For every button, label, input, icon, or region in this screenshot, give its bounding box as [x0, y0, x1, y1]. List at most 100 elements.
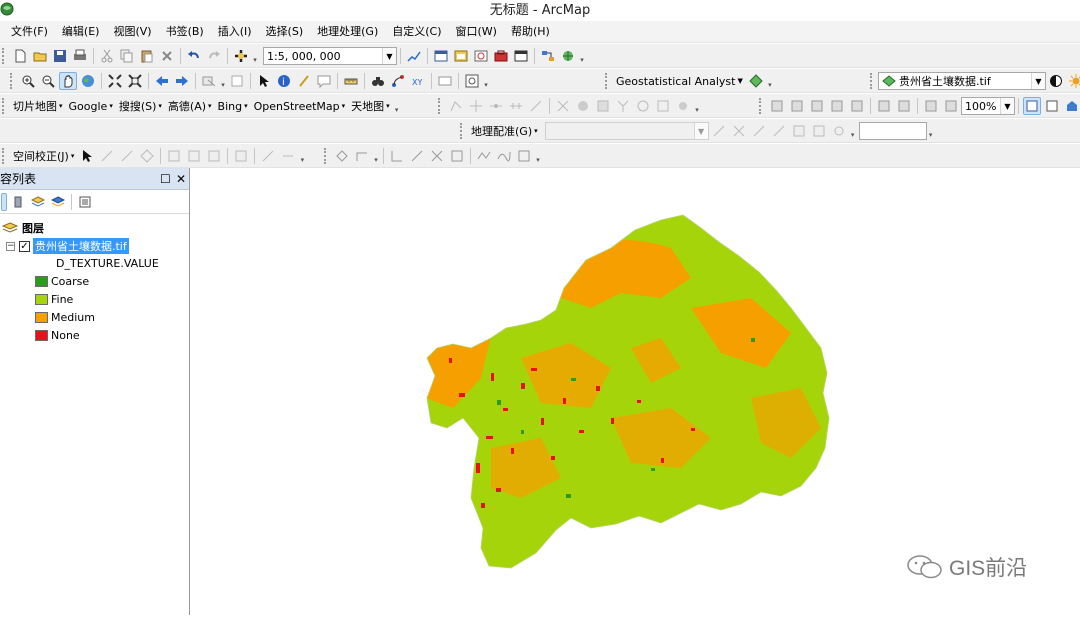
attributes-icon[interactable]	[594, 97, 612, 115]
go-to-xy-icon[interactable]: XY	[409, 72, 427, 90]
toolbar-grip[interactable]	[2, 98, 6, 114]
attribute-transfer-icon[interactable]	[279, 147, 297, 165]
viewer-icon[interactable]	[810, 122, 828, 140]
legend-item-fine[interactable]: Fine	[35, 293, 73, 306]
collapse-toggle[interactable]: −	[6, 241, 15, 251]
spatial-adjustment-menu[interactable]: 空间校正(J) ▾	[13, 148, 74, 164]
menu-file[interactable]: 文件(F)	[4, 21, 55, 43]
explode-icon[interactable]	[448, 147, 466, 165]
gaode-menu[interactable]: 高德(A) ▾	[168, 98, 212, 114]
soil-texture-raster-map[interactable]	[191, 168, 1080, 615]
openstreetmap-menu[interactable]: OpenStreetMap ▾	[254, 100, 346, 113]
fixed-zoom-out-icon[interactable]	[126, 72, 144, 90]
legend-swatch-fine[interactable]	[35, 294, 48, 305]
generalize-icon[interactable]	[475, 147, 493, 165]
page-icon[interactable]	[922, 97, 940, 115]
close-icon[interactable]: ✕	[176, 168, 186, 190]
table-of-contents-icon[interactable]	[432, 47, 450, 65]
model-builder-icon[interactable]	[539, 47, 557, 65]
toolbar-grip[interactable]	[324, 148, 328, 164]
menu-edit[interactable]: 编辑(E)	[55, 21, 107, 43]
toolbar-grip[interactable]	[2, 148, 6, 164]
layer-combo[interactable]: 贵州省土壤数据.tif ▼	[878, 72, 1046, 90]
extend-icon[interactable]	[388, 147, 406, 165]
open-folder-icon[interactable]	[31, 47, 49, 65]
identify-icon[interactable]: i	[275, 72, 293, 90]
editor-toolbar-icon[interactable]	[405, 47, 423, 65]
rotate-refresh-icon[interactable]	[830, 122, 848, 140]
soso-menu[interactable]: 搜搜(S) ▾	[119, 98, 162, 114]
edge-match-icon[interactable]	[259, 147, 277, 165]
add-data-icon[interactable]	[232, 47, 250, 65]
multiple-links-icon[interactable]	[138, 147, 156, 165]
arcgis-online-icon[interactable]	[559, 47, 577, 65]
save-icon[interactable]	[51, 47, 69, 65]
split-icon[interactable]	[487, 97, 505, 115]
forward-arrow-icon[interactable]	[173, 72, 191, 90]
chevron-down-icon[interactable]: ▼	[1000, 98, 1014, 114]
clip-icon[interactable]	[654, 97, 672, 115]
map-display[interactable]	[191, 168, 1080, 615]
python-window-icon[interactable]	[512, 47, 530, 65]
print-icon[interactable]	[71, 47, 89, 65]
toolbar-overflow[interactable]: ▾	[298, 148, 306, 164]
rotate-raster-icon[interactable]	[710, 122, 728, 140]
zoom-out-icon[interactable]	[39, 72, 57, 90]
sketch-icon[interactable]	[574, 97, 592, 115]
menu-customize[interactable]: 自定义(C)	[385, 21, 448, 43]
legend-swatch-none[interactable]	[35, 330, 48, 341]
tile-map-menu[interactable]: 切片地图 ▾	[13, 98, 63, 114]
merge-icon[interactable]	[614, 97, 632, 115]
find-binoculars-icon[interactable]	[369, 72, 387, 90]
measure-icon[interactable]	[342, 72, 360, 90]
toolbar-overflow[interactable]: ▾	[393, 98, 401, 114]
change-layout-icon[interactable]	[1063, 97, 1080, 115]
select-arrow-icon[interactable]	[255, 72, 273, 90]
smooth-icon[interactable]	[495, 147, 513, 165]
menu-view[interactable]: 视图(V)	[106, 21, 158, 43]
delete-icon[interactable]	[158, 47, 176, 65]
pin-icon[interactable]: ☐	[160, 168, 171, 190]
toolbar-overflow[interactable]: ▾	[693, 98, 701, 114]
scale-raster-icon[interactable]	[750, 122, 768, 140]
toggle-draft-mode-icon[interactable]	[1023, 97, 1041, 115]
menu-bookmarks[interactable]: 书签(B)	[159, 21, 211, 43]
fillet-icon[interactable]	[353, 147, 371, 165]
reshape-icon[interactable]	[467, 97, 485, 115]
chevron-down-icon[interactable]: ▼	[1031, 73, 1045, 89]
construct-polygons-icon[interactable]	[515, 147, 533, 165]
layout-pan-icon[interactable]	[808, 97, 826, 115]
list-by-source-icon[interactable]	[9, 193, 27, 211]
fixed-zoom-in-icon[interactable]	[106, 72, 124, 90]
globe-icon[interactable]	[79, 72, 97, 90]
toolbar-overflow[interactable]: ▾	[766, 73, 774, 89]
legend-item-none[interactable]: None	[35, 329, 80, 342]
layers-group-row[interactable]: 图层	[2, 220, 44, 236]
layout-zoom-out-icon[interactable]	[788, 97, 806, 115]
toolbar-overflow[interactable]: ▾	[482, 73, 490, 89]
legend-swatch-medium[interactable]	[35, 312, 48, 323]
zoom-whole-page-icon[interactable]	[828, 97, 846, 115]
toolbar-grip[interactable]	[2, 48, 6, 64]
layer-row[interactable]: − ✓ 贵州省土壤数据.tif	[6, 238, 129, 254]
buffer-icon[interactable]	[634, 97, 652, 115]
toc-options-icon[interactable]	[76, 193, 94, 211]
arctoolbox-icon[interactable]	[492, 47, 510, 65]
html-popup-icon[interactable]	[315, 72, 333, 90]
toolbar-grip[interactable]	[759, 98, 763, 114]
toolbar-grip[interactable]	[870, 73, 874, 89]
line-intersection-icon[interactable]	[428, 147, 446, 165]
shift-raster-icon[interactable]	[730, 122, 748, 140]
sun-icon[interactable]	[1067, 72, 1080, 90]
topology-icon[interactable]	[554, 97, 572, 115]
copy-features-icon[interactable]	[333, 147, 351, 165]
cut-icon[interactable]	[98, 47, 116, 65]
select-features-dropdown[interactable]: ▾	[219, 73, 227, 89]
list-by-drawing-order-icon[interactable]	[1, 192, 7, 211]
geostatistical-icon[interactable]	[747, 72, 765, 90]
map-scale-combo[interactable]: 1:5, 000, 000 ▼	[263, 47, 397, 65]
catalog-window-icon[interactable]	[452, 47, 470, 65]
redo-icon[interactable]	[205, 47, 223, 65]
menu-help[interactable]: 帮助(H)	[504, 21, 557, 43]
contrast-icon[interactable]	[1047, 72, 1065, 90]
